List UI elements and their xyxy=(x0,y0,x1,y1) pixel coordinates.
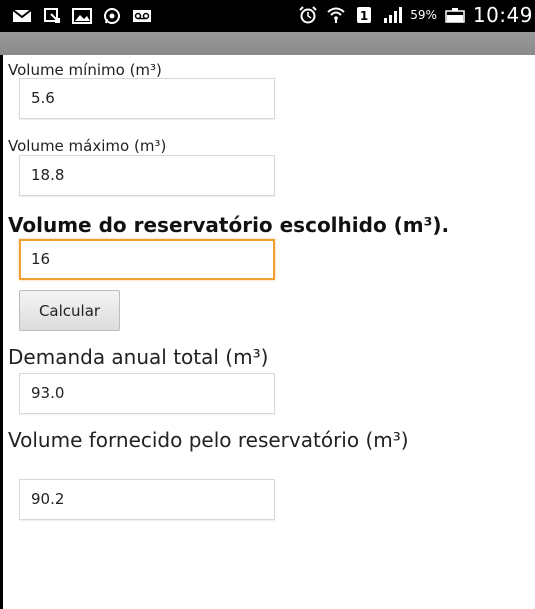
battery-icon xyxy=(445,6,465,24)
annual-demand-label: Demanda anual total (m³) xyxy=(8,345,269,369)
volume-max-label: Volume máximo (m³) xyxy=(8,137,167,155)
mail-icon xyxy=(12,7,32,25)
svg-text:1: 1 xyxy=(360,9,368,23)
calculate-button[interactable]: Calcular xyxy=(19,290,120,331)
left-border xyxy=(0,55,3,609)
battery-percent: 59% xyxy=(410,8,437,22)
download-icon xyxy=(42,7,62,25)
voicemail-icon xyxy=(132,7,152,25)
system-indicators: 1 59% 10:49 xyxy=(298,2,533,28)
status-bar: 1 59% 10:49 xyxy=(0,0,535,32)
clock: 10:49 xyxy=(472,3,533,27)
app-screen: 1 59% 10:49 Volume mínimo (m³) 5.6 Volum… xyxy=(0,0,535,609)
alarm-icon xyxy=(298,6,318,24)
supplied-volume-label: Volume fornecido pelo reservatório (m³) xyxy=(8,428,409,452)
notification-icons xyxy=(12,4,152,28)
signal-icon xyxy=(382,6,403,24)
action-bar xyxy=(0,32,535,55)
annual-demand-field[interactable]: 93.0 xyxy=(19,373,275,414)
volume-chosen-label: Volume do reservatório escolhido (m³). xyxy=(8,213,450,237)
sim-icon: 1 xyxy=(354,6,374,24)
volume-min-field[interactable]: 5.6 xyxy=(19,78,275,119)
volume-chosen-field[interactable]: 16 xyxy=(19,239,275,280)
volume-min-label: Volume mínimo (m³) xyxy=(8,61,162,79)
image-icon xyxy=(72,7,92,25)
supplied-volume-field[interactable]: 90.2 xyxy=(19,479,275,520)
whatsapp-icon xyxy=(102,7,122,25)
wifi-icon xyxy=(326,6,346,24)
volume-max-field[interactable]: 18.8 xyxy=(19,155,275,196)
